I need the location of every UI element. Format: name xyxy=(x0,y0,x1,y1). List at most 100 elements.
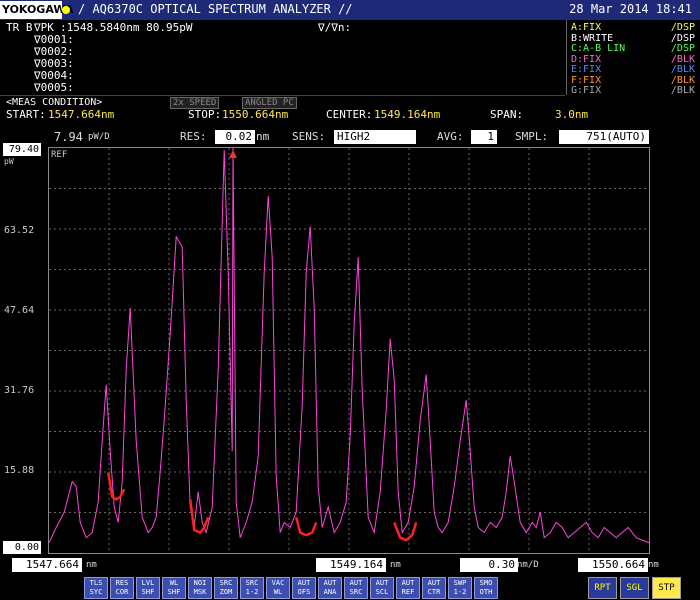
softkey-button-11[interactable]: AUT SCL xyxy=(370,577,394,599)
sens-label: SENS: xyxy=(292,130,326,143)
softkey-button-1[interactable]: RES COR xyxy=(110,577,134,599)
noise-segment-1 xyxy=(188,499,210,535)
start-wl-field[interactable]: 1547.664 xyxy=(12,558,82,572)
res-unit: nm xyxy=(256,130,270,143)
softkey-button-0[interactable]: TLS SYC xyxy=(84,577,108,599)
softkey-button-5[interactable]: SRC ZOM xyxy=(214,577,238,599)
softkey-line1: VAC xyxy=(271,579,285,587)
app-title: / AQ6370C OPTICAL SPECTRUM ANALYZER // xyxy=(78,2,353,16)
y-tick-3: 31.76 xyxy=(4,385,35,396)
meas-condition: <MEAS CONDITION> 2x SPEED ANGLED PC STAR… xyxy=(0,96,700,122)
trace-header: TR B xyxy=(6,21,33,34)
trace-mode: C:A-B LIN xyxy=(571,43,626,54)
softkey-line2: 1-2 xyxy=(453,588,467,596)
trace-display: /BLK xyxy=(670,64,695,75)
softkey-button-9[interactable]: AUT ANA xyxy=(318,577,342,599)
span-value: 3.0nm xyxy=(555,108,589,121)
softkey-line2: CTR xyxy=(427,588,441,596)
softkey-line1: TLS xyxy=(89,579,103,587)
softkey-line1: SRC xyxy=(245,579,259,587)
center-value: 1549.164nm xyxy=(374,108,441,121)
softkey-line1: SRC xyxy=(219,579,233,587)
softkey-line2: SYC xyxy=(89,588,103,596)
delta-marker-label: ∇/∇n: xyxy=(318,21,352,34)
softkey-line2: MSK xyxy=(193,588,207,596)
softkey-line2: COR xyxy=(115,588,129,596)
softkey-line1: AUT xyxy=(401,579,415,587)
brand-dot-icon xyxy=(62,6,70,14)
trace-display: /BLK xyxy=(670,74,695,86)
sens-field[interactable]: HIGH2 xyxy=(334,130,416,144)
softkey-button-10[interactable]: AUT SRC xyxy=(344,577,368,599)
softkey-button-12[interactable]: AUT REF xyxy=(396,577,420,599)
softkey-button-3[interactable]: WL SHF xyxy=(162,577,186,599)
softkey-line2: ZOM xyxy=(219,588,233,596)
noise-segment-2 xyxy=(294,516,318,537)
res-field[interactable]: 0.02 xyxy=(215,130,255,144)
softkey-line1: RES xyxy=(115,579,129,587)
softkey-line1: WL xyxy=(169,579,179,587)
trace-mode: E:FIX xyxy=(571,64,602,75)
center-wl-field[interactable]: 1549.164 xyxy=(316,558,386,572)
spectrum-plot[interactable]: REF xyxy=(48,147,650,554)
spectrum-chart xyxy=(49,148,649,553)
softkey-line1: AUT xyxy=(297,579,311,587)
trace-mode: A:FIX xyxy=(571,22,602,33)
trace-display: /DSP xyxy=(670,32,695,44)
marker-5: ∇0005: xyxy=(34,81,74,94)
softkey-line1: NOI xyxy=(193,579,207,587)
avg-field[interactable]: 1 xyxy=(471,130,497,144)
brand-logo: YOKOGAWA xyxy=(0,1,74,19)
softkey-button-7[interactable]: VAC WL xyxy=(266,577,290,599)
y-tick-zero: 0.00 xyxy=(3,541,41,554)
sweep-sgl-button[interactable]: SGL xyxy=(620,577,649,599)
softkey-line1: LVL xyxy=(141,579,155,587)
span-div-unit: nm/D xyxy=(517,560,539,570)
softkey-line1: AUT xyxy=(375,579,389,587)
softkey-button-8[interactable]: AUT OFS xyxy=(292,577,316,599)
settings-row: 7.94 pW/D RES: 0.02 nm SENS: HIGH2 AVG: … xyxy=(0,128,700,146)
softkey-button-2[interactable]: LVL SHF xyxy=(136,577,160,599)
trace-mode: G:FIX xyxy=(571,85,602,96)
smpl-field[interactable]: 751(AUTO) xyxy=(559,130,649,144)
softkey-line2: WL xyxy=(273,588,283,596)
softkey-line2: 1-2 xyxy=(245,588,259,596)
softkey-button-14[interactable]: SWP 1-2 xyxy=(448,577,472,599)
softkey-line1: SMO xyxy=(479,579,493,587)
trace-display: /BLK xyxy=(670,85,695,96)
trace-mode: B:WRITE xyxy=(571,32,614,44)
softkey-line2: OFS xyxy=(297,588,311,596)
softkey-line2: SRC xyxy=(349,588,363,596)
trace-display: /DSP xyxy=(670,43,695,54)
marker-panel: TR B ∇PK :1548.5840nm 80.95pW ∇/∇n: ∇000… xyxy=(0,20,565,96)
start-label: START: xyxy=(6,108,46,121)
softkey-button-4[interactable]: NOI MSK xyxy=(188,577,212,599)
sweep-rpt-button[interactable]: RPT xyxy=(588,577,617,599)
sweep-stp-button[interactable]: STP xyxy=(652,577,681,599)
smpl-label: SMPL: xyxy=(515,130,549,143)
center-label: CENTER: xyxy=(326,108,373,121)
softkey-line2: REF xyxy=(401,588,415,596)
softkey-button-15[interactable]: SMO OTH xyxy=(474,577,498,599)
y-tick-2: 47.64 xyxy=(4,305,35,316)
title-bar: YOKOGAWA / AQ6370C OPTICAL SPECTRUM ANAL… xyxy=(0,0,700,20)
stop-wl-field[interactable]: 1550.664 xyxy=(578,558,648,572)
y-tick-1: 63.52 xyxy=(4,225,35,236)
softkey-line2: ANA xyxy=(323,588,337,596)
noise-segment-3 xyxy=(393,521,418,542)
scale-value: 7.94 xyxy=(54,130,83,144)
center-wl-unit: nm xyxy=(390,560,401,570)
trace-mode: D:FIX xyxy=(571,53,602,65)
y-tick-4: 15.88 xyxy=(4,465,35,476)
span-div-field[interactable]: 0.30 xyxy=(460,558,518,572)
softkey-line1: AUT xyxy=(349,579,363,587)
softkey-button-6[interactable]: SRC 1-2 xyxy=(240,577,264,599)
peak-marker-value: :1548.5840nm 80.95pW xyxy=(60,21,193,34)
softkey-line2: SHF xyxy=(167,588,181,596)
trace-mode: F:FIX xyxy=(571,74,602,86)
softkey-button-13[interactable]: AUT CTR xyxy=(422,577,446,599)
peak-marker-icon xyxy=(229,150,237,158)
ref-level-value: 79.40 xyxy=(3,143,41,156)
softkey-line2: OTH xyxy=(479,588,493,596)
res-label: RES: xyxy=(180,130,207,143)
